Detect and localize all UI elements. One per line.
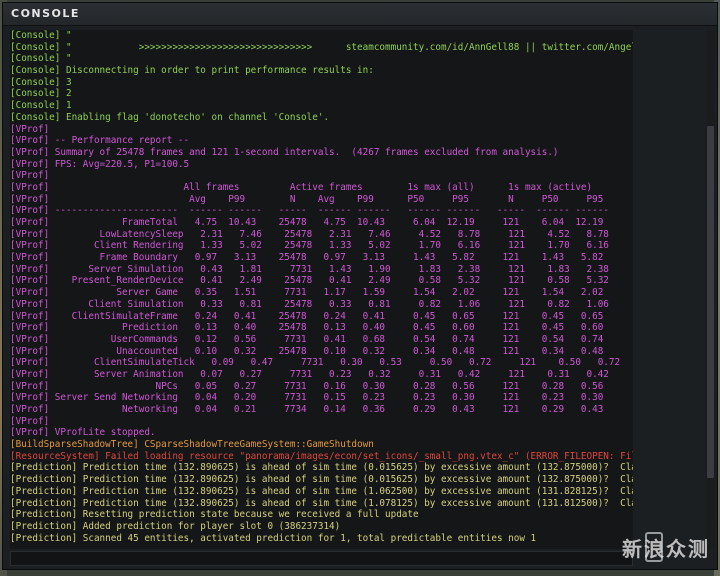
log-line: [VProf] -- Performance report -- bbox=[10, 135, 190, 147]
log-line: [VProf] LowLatencySleep 2.31 7.46 25478 … bbox=[10, 228, 609, 240]
log-line: [Console] Enabling flag 'donotecho' on c… bbox=[10, 111, 330, 123]
log-line: [VProf] UserCommands 0.12 0.56 7731 0.41… bbox=[10, 333, 604, 345]
log-line: [Prediction] Prediction time (132.890625… bbox=[10, 474, 633, 486]
scrollbar-thumb[interactable] bbox=[707, 126, 714, 478]
log-line: [VProf] Present_RenderDevice 0.41 2.49 2… bbox=[10, 275, 609, 287]
log-line: [VProf] ClientSimulateFrame 0.24 0.41 25… bbox=[10, 310, 604, 322]
log-line: [VProf] FrameTotal 4.75 10.43 25478 4.75… bbox=[10, 217, 604, 228]
log-line: [VProf] Prediction 0.13 0.40 25478 0.13 … bbox=[10, 322, 604, 334]
log-line: [VProf] NPCs 0.05 0.27 7731 0.16 0.30 0.… bbox=[10, 380, 604, 392]
log-line: [VProf] FPS: Avg=220.5, P1=100.5 bbox=[10, 158, 190, 170]
log-line: [VProf] bbox=[10, 415, 50, 427]
log-line: [VProf] Client Rendering 1.33 5.02 25478… bbox=[10, 240, 609, 252]
console-window: CONSOLE [Console] " [Console] " >>>>>>>>>… bbox=[2, 2, 718, 570]
log-line: [BuildSparseShadowTree] CSparseShadowTre… bbox=[10, 439, 374, 451]
log-line: [Console] Disconnecting in order to prin… bbox=[10, 65, 374, 77]
log-line: [VProf] Server Send Networking 0.04 0.20… bbox=[10, 392, 604, 404]
log-line: [VProf] Server Game 0.35 1.51 7731 1.17 … bbox=[10, 287, 604, 299]
window-titlebar[interactable]: CONSOLE bbox=[3, 3, 717, 26]
log-line: [Prediction] Prediction time (132.890625… bbox=[10, 462, 633, 474]
log-line: [VProf] Frame Boundary 0.97 3.13 25478 0… bbox=[10, 252, 604, 264]
log-line: [VProf] All frames Active frames 1s max … bbox=[10, 181, 593, 193]
log-line: [VProf] Server Animation 0.07 0.27 7731 … bbox=[10, 368, 609, 380]
log-line: [VProf] Summary of 25478 frames and 121 … bbox=[10, 146, 559, 158]
log-line: [Prediction] Resetting prediction state … bbox=[10, 509, 419, 521]
log-line: [VProf] bbox=[10, 123, 50, 135]
log-line: [VProf] Client Simulation 0.33 0.81 2547… bbox=[10, 298, 609, 310]
log-line: [Console] " >>>>>>>>>>>>>>>>>>>>>>>>>>>>… bbox=[10, 41, 633, 53]
log-line: [VProf] Unaccounted 0.10 0.32 25478 0.10… bbox=[10, 345, 604, 357]
log-line: [Console] 1 bbox=[10, 100, 72, 112]
console-input[interactable] bbox=[10, 551, 633, 566]
log-line: [VProf] ---------------------- ------ --… bbox=[10, 205, 609, 217]
log-line: [Console] " bbox=[10, 53, 72, 65]
window-title: CONSOLE bbox=[11, 7, 80, 20]
log-scrollbar[interactable] bbox=[706, 30, 715, 549]
log-line: [Prediction] Added prediction for player… bbox=[10, 520, 341, 532]
log-line: [VProf] VProfLite stopped. bbox=[10, 427, 156, 439]
log-line: [VProf] bbox=[10, 170, 50, 182]
log-line: [ResourceSystem] Failed loading resource… bbox=[10, 450, 633, 462]
log-line: [VProf] Server Simulation 0.43 1.81 7731… bbox=[10, 263, 609, 275]
console-log: [Console] " [Console] " >>>>>>>>>>>>>>>>>… bbox=[10, 30, 633, 549]
log-line: [Prediction] Prediction time (132.890625… bbox=[10, 485, 633, 497]
log-line: [Console] 3 bbox=[10, 76, 72, 88]
log-line: [VProf] Networking 0.04 0.21 7734 0.14 0… bbox=[10, 404, 604, 415]
log-line: [Prediction] Prediction time (132.890625… bbox=[10, 497, 633, 509]
log-line: [VProf] ClientSimulateTick 0.09 0.47 773… bbox=[10, 357, 621, 369]
log-line: [Console] " bbox=[10, 30, 72, 41]
log-line: [VProf] Avg P99 N Avg P99 P50 P95 N P50 … bbox=[10, 193, 604, 205]
log-line: [Prediction] Scanned 45 entities, activa… bbox=[10, 532, 537, 544]
watermark: 新浪众测 bbox=[622, 537, 710, 561]
log-line: [Console] 2 bbox=[10, 88, 72, 100]
